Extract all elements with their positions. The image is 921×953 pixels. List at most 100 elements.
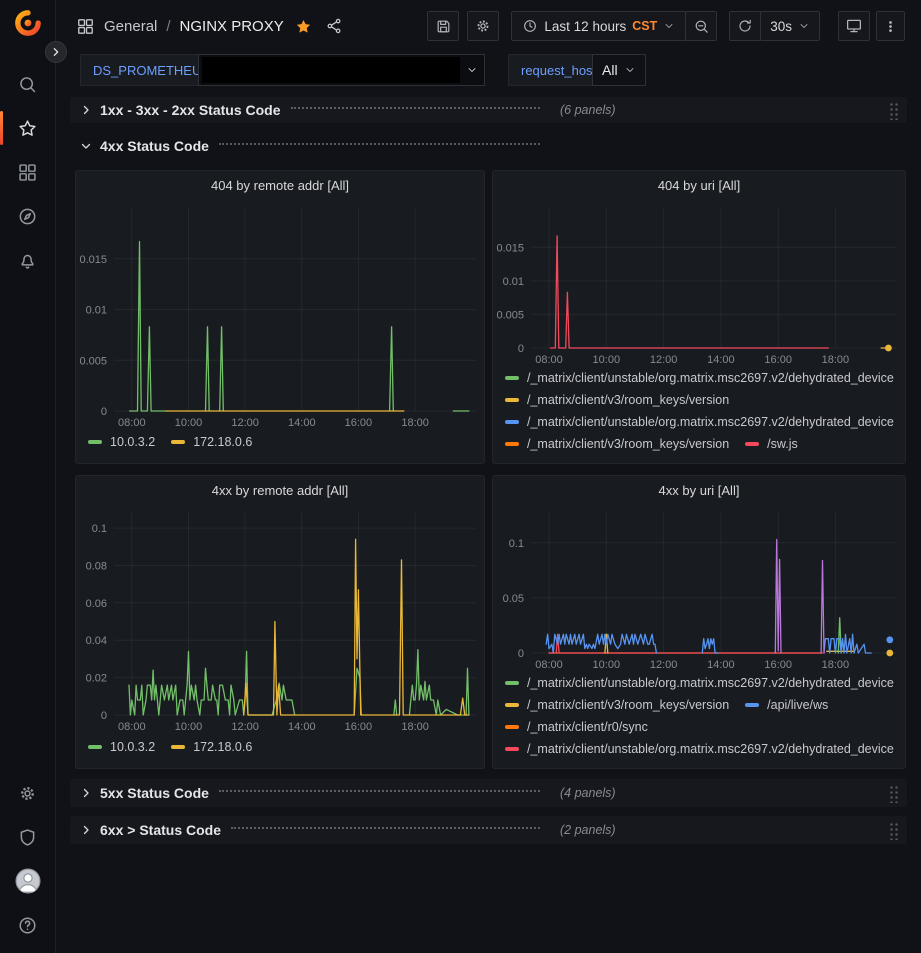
active-indicator (0, 111, 3, 145)
chevron-down-icon (460, 64, 484, 76)
chevron-right-icon (80, 824, 96, 836)
row-drag-handle[interactable] (889, 784, 899, 803)
legend-item[interactable]: 10.0.3.2 (88, 739, 155, 755)
legend-item[interactable]: /_matrix/client/unstable/org.matrix.msc2… (505, 370, 894, 386)
panel-4xx-by-remote-addr: 4xx by remote addr [All] 08:0010:0012:00… (75, 475, 485, 769)
panel-header[interactable]: 404 by uri [All] (493, 171, 905, 199)
sidebar-item-search[interactable] (0, 62, 56, 106)
svg-text:18:00: 18:00 (822, 354, 850, 366)
legend-item[interactable]: /_matrix/client/v3/room_keys/version (505, 392, 729, 408)
apps-icon (76, 17, 95, 36)
svg-text:08:00: 08:00 (535, 354, 563, 366)
row-4xx[interactable]: 4xx Status Code (70, 133, 907, 159)
sidebar-item-alerting[interactable] (0, 238, 56, 282)
svg-text:0.04: 0.04 (86, 635, 107, 647)
legend-swatch (505, 747, 519, 751)
variable-value-ds-prometheus[interactable] (198, 54, 485, 86)
panel-404-by-uri: 404 by uri [All] 08:0010:0012:0014:0016:… (492, 170, 906, 464)
row-dotted-leader (231, 827, 540, 829)
save-dashboard-button[interactable] (427, 11, 459, 41)
legend-swatch (171, 440, 185, 444)
svg-text:16:00: 16:00 (764, 354, 792, 366)
sidebar-item-profile[interactable] (0, 859, 56, 903)
legend-item[interactable]: /_matrix/client/unstable/org.matrix.msc2… (505, 414, 894, 430)
row-drag-handle[interactable] (889, 821, 899, 840)
chevron-down-icon (798, 20, 810, 32)
panel-header[interactable]: 404 by remote addr [All] (76, 171, 484, 199)
row-drag-handle[interactable] (889, 101, 899, 120)
chart-4xx-by-uri[interactable]: 08:0010:0012:0014:0016:0018:0000.050.1 (493, 504, 905, 672)
legend-item[interactable]: /_matrix/client/unstable/org.matrix.msc2… (505, 741, 894, 757)
legend-item[interactable]: /_matrix/client/r0/sync (505, 719, 648, 735)
panel-4xx-by-uri: 4xx by uri [All] 08:0010:0012:0014:0016:… (492, 475, 906, 769)
legend-item[interactable]: /api/live/ws (745, 697, 828, 713)
chart-404-by-remote-addr[interactable]: 08:0010:0012:0014:0016:0018:0000.0050.01… (76, 199, 484, 431)
row-6xx[interactable]: 6xx > Status Code (2 panels) (70, 816, 907, 844)
toolbar: Last 12 hours CST 30s (427, 11, 905, 41)
svg-text:0.08: 0.08 (86, 561, 107, 573)
sidebar-expand-button[interactable] (45, 41, 67, 63)
breadcrumb: General / NGINX PROXY (76, 12, 343, 40)
panel-header[interactable]: 4xx by uri [All] (493, 476, 905, 504)
svg-text:08:00: 08:00 (118, 721, 146, 733)
grafana-logo[interactable] (0, 0, 56, 46)
svg-text:0.05: 0.05 (503, 593, 524, 605)
row-panel-count: (2 panels) (560, 823, 616, 837)
sidebar-item-configuration[interactable] (0, 771, 56, 815)
star-filled-icon[interactable] (295, 18, 312, 35)
legend-item[interactable]: 172.18.0.6 (171, 434, 252, 450)
chevron-right-icon (80, 787, 96, 799)
chart-404-by-uri[interactable]: 08:0010:0012:0014:0016:0018:0000.0050.01… (493, 199, 905, 367)
svg-text:10:00: 10:00 (593, 354, 621, 366)
legend-item[interactable]: /_matrix/client/v3/room_keys/version (505, 436, 729, 452)
svg-text:16:00: 16:00 (764, 659, 792, 671)
svg-text:0.06: 0.06 (86, 598, 107, 610)
dashboard-settings-button[interactable] (467, 11, 499, 41)
svg-text:0: 0 (518, 343, 524, 355)
legend-label: 10.0.3.2 (110, 740, 155, 754)
legend-swatch (745, 703, 759, 707)
chart-4xx-by-remote-addr[interactable]: 08:0010:0012:0014:0016:0018:0000.020.040… (76, 504, 484, 736)
compass-icon (17, 206, 38, 227)
cycle-view-mode-button[interactable] (838, 11, 870, 41)
sidebar-item-server-admin[interactable] (0, 815, 56, 859)
refresh-button[interactable] (729, 11, 761, 41)
svg-text:18:00: 18:00 (401, 417, 429, 429)
legend-item[interactable]: /_matrix/client/unstable/org.matrix.msc2… (505, 675, 894, 691)
chart-svg: 08:0010:0012:0014:0016:0018:0000.0050.01… (493, 199, 905, 367)
refresh-interval-picker[interactable]: 30s (760, 11, 820, 41)
breadcrumb-dashboard-title[interactable]: NGINX PROXY (180, 18, 284, 35)
more-options-button[interactable] (876, 11, 905, 41)
share-icon[interactable] (325, 17, 343, 35)
sidebar-item-dashboards[interactable] (0, 150, 56, 194)
row-1xx-3xx-2xx[interactable]: 1xx - 3xx - 2xx Status Code (6 panels) (70, 97, 907, 123)
legend-label: /_matrix/client/v3/room_keys/version (527, 698, 729, 712)
time-range-picker[interactable]: Last 12 hours CST (511, 11, 686, 41)
bell-icon (17, 250, 38, 271)
legend-item[interactable]: /sw.js (745, 436, 798, 452)
chevron-right-icon (80, 104, 96, 116)
dashboard-main: General / NGINX PROXY (56, 0, 921, 953)
sidebar-item-starred[interactable] (0, 106, 56, 150)
row-dotted-leader (291, 107, 540, 109)
zoom-out-button[interactable] (685, 11, 717, 41)
time-range-label: Last 12 hours (544, 19, 626, 34)
chart-legend: 10.0.3.2 172.18.0.6 (76, 431, 484, 463)
row-title: 4xx Status Code (100, 138, 209, 154)
legend-item[interactable]: /_matrix/client/v3/room_keys/version (505, 697, 729, 713)
svg-text:14:00: 14:00 (707, 354, 735, 366)
breadcrumb-section[interactable]: General (104, 18, 157, 35)
legend-label: 172.18.0.6 (193, 740, 252, 754)
sidebar-item-explore[interactable] (0, 194, 56, 238)
row-5xx[interactable]: 5xx Status Code (4 panels) (70, 779, 907, 807)
variable-value-request-host[interactable]: All (592, 54, 646, 86)
legend-swatch (505, 681, 519, 685)
row-title: 5xx Status Code (100, 785, 209, 801)
legend-swatch (171, 745, 185, 749)
legend-label: /_matrix/client/unstable/org.matrix.msc2… (527, 676, 894, 690)
panel-header[interactable]: 4xx by remote addr [All] (76, 476, 484, 504)
legend-item[interactable]: 10.0.3.2 (88, 434, 155, 450)
row-title: 1xx - 3xx - 2xx Status Code (100, 102, 281, 118)
legend-item[interactable]: 172.18.0.6 (171, 739, 252, 755)
sidebar-item-help[interactable] (0, 903, 56, 947)
